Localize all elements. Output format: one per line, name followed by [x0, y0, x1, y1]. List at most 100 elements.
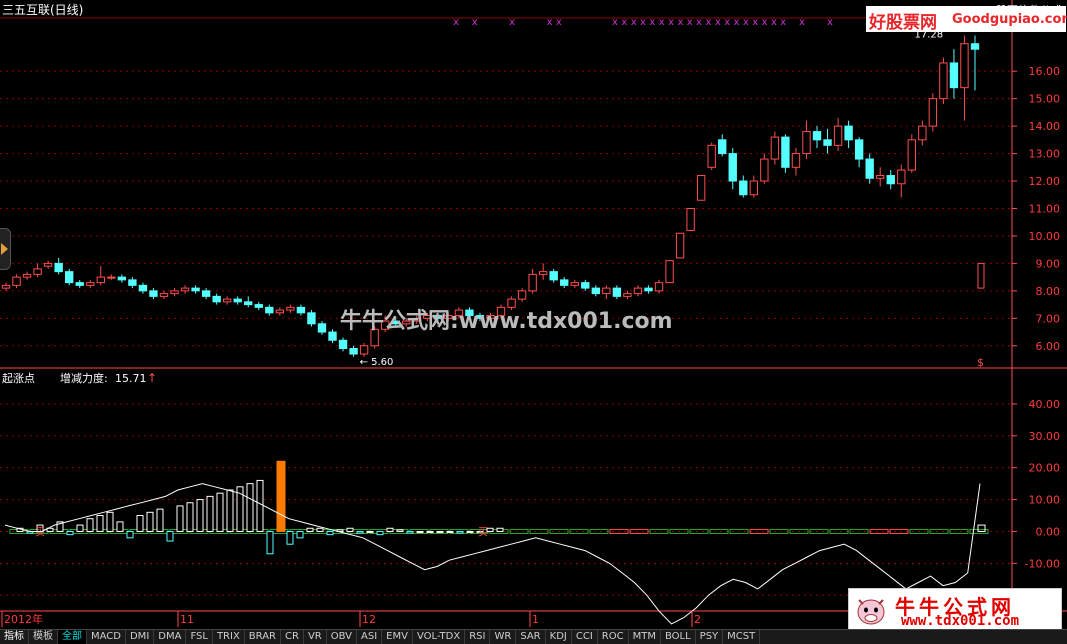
indicator-bar — [76, 524, 84, 532]
candle-body — [897, 169, 906, 185]
zero-strip — [829, 528, 849, 534]
signal-mark: x — [706, 17, 712, 28]
candle-body — [191, 287, 200, 292]
indicator-bar — [196, 499, 204, 532]
tab-brar[interactable]: BRAR — [245, 630, 281, 644]
tab-dmi[interactable]: DMI — [126, 630, 155, 644]
candle-body — [781, 136, 790, 168]
indicator-bar — [246, 483, 254, 532]
indicator-bar — [116, 521, 124, 532]
tab-obv[interactable]: OBV — [327, 630, 357, 644]
signal-mark: x — [612, 17, 618, 28]
candle-body — [117, 276, 127, 281]
candle-body — [349, 348, 358, 355]
cow-icon — [857, 599, 885, 625]
indicator-bar — [396, 529, 404, 532]
buy-marker: 买 — [35, 526, 45, 538]
indicator-last-bar — [977, 524, 986, 532]
logo-cn-text: 好股票网 — [869, 13, 937, 33]
price-tick-label: 8.00 — [1036, 285, 1061, 298]
candle-body — [317, 323, 327, 333]
indicator-bar — [456, 530, 464, 534]
candle-body — [928, 98, 938, 127]
zero-strip — [689, 528, 709, 534]
corner-watermark: 牛牛公式网 www.tdx001.com — [848, 588, 1062, 632]
tab-trix[interactable]: TRIX — [213, 630, 245, 644]
logo-en-text: Goodgupiao.com — [952, 12, 1067, 27]
price-tick-label: 12.00 — [1029, 175, 1061, 188]
signal-mark: x — [696, 17, 702, 28]
candle-body — [844, 125, 853, 141]
tab-cr[interactable]: CR — [281, 630, 304, 644]
candle-body — [833, 125, 843, 146]
candle-body — [696, 175, 706, 201]
price-tick-label: 14.00 — [1029, 120, 1061, 133]
indicator-bar — [156, 508, 164, 532]
kline-chart[interactable]: 16.00 15.00 14.00 13.00 12.00 11.00 10.00 9.00 8… — [0, 0, 1067, 643]
candle-body — [222, 298, 232, 303]
tab-emv[interactable]: EMV — [382, 630, 413, 644]
tab-asi[interactable]: ASI — [357, 630, 383, 644]
signal-mark: x — [640, 17, 646, 28]
price-tick-label: 6.00 — [1036, 340, 1061, 353]
candle-body — [75, 282, 84, 286]
candle-body — [33, 268, 42, 275]
tab-dma[interactable]: DMA — [154, 630, 187, 644]
tab-vol-tdx[interactable]: VOL-TDX — [413, 630, 466, 644]
tab-roc[interactable]: ROC — [598, 630, 629, 644]
candle-body — [528, 273, 537, 292]
candle-body — [286, 306, 295, 311]
tab-macd[interactable]: MACD — [87, 630, 126, 644]
signal-mark: x — [472, 17, 478, 28]
indicator-bar — [106, 511, 114, 532]
indicator-bar — [386, 527, 394, 532]
indicator-bar — [316, 527, 324, 532]
indicator-bar — [256, 479, 264, 532]
tab-psy[interactable]: PSY — [696, 630, 724, 644]
indicator-line — [4, 483, 981, 625]
time-label: 12 — [362, 613, 376, 626]
indicator-bar — [226, 489, 234, 532]
watermark-url: www.tdx001.com — [901, 613, 1020, 629]
tab-vr[interactable]: VR — [304, 630, 327, 644]
price-tick-label: 9.00 — [1036, 257, 1061, 270]
indicator-bar — [96, 515, 104, 532]
tab-mtm[interactable]: MTM — [629, 630, 661, 644]
tab-mcst[interactable]: MCST — [723, 630, 761, 644]
indicator-bar — [266, 530, 274, 555]
indicator-tick-label: 10.00 — [1029, 494, 1061, 507]
tab-sar[interactable]: SAR — [516, 630, 546, 644]
tab-indicator[interactable]: 指标 — [0, 630, 29, 644]
tab-wr[interactable]: WR — [490, 630, 517, 644]
tab-模板[interactable]: 模板 — [29, 630, 58, 644]
candle-body — [265, 306, 274, 314]
candle-body — [275, 309, 285, 314]
collapse-panel-handle[interactable] — [0, 228, 11, 270]
price-tick-label: 10.00 — [1029, 230, 1061, 243]
candle-body — [812, 131, 822, 141]
tab-cci[interactable]: CCI — [572, 630, 598, 644]
candle-body — [718, 139, 727, 155]
indicator-bar — [356, 530, 364, 534]
signal-mark: x — [743, 17, 749, 28]
price-tick-label: 16.00 — [1029, 65, 1061, 78]
zero-strip — [529, 528, 549, 534]
tab-全部[interactable]: 全部 — [58, 630, 87, 644]
tab-boll[interactable]: BOLL — [661, 630, 696, 644]
signal-mark: x — [827, 17, 833, 28]
indicator-bar — [306, 527, 314, 532]
candle-body — [244, 301, 253, 306]
signal-mark: x — [715, 17, 721, 28]
candle-body — [876, 175, 885, 179]
tab-fsl[interactable]: FSL — [186, 630, 213, 644]
signal-mark: x — [556, 17, 562, 28]
indicator-bar — [146, 511, 154, 532]
tab-kdj[interactable]: KDJ — [546, 630, 572, 644]
zero-strip — [629, 528, 649, 534]
candle-body — [949, 62, 959, 89]
up-arrow-icon: ↑ — [147, 371, 157, 385]
zero-strip — [949, 528, 969, 534]
tab-rsi[interactable]: RSI — [465, 630, 491, 644]
zero-strip — [749, 528, 769, 534]
price-tick-label: 13.00 — [1029, 148, 1061, 161]
